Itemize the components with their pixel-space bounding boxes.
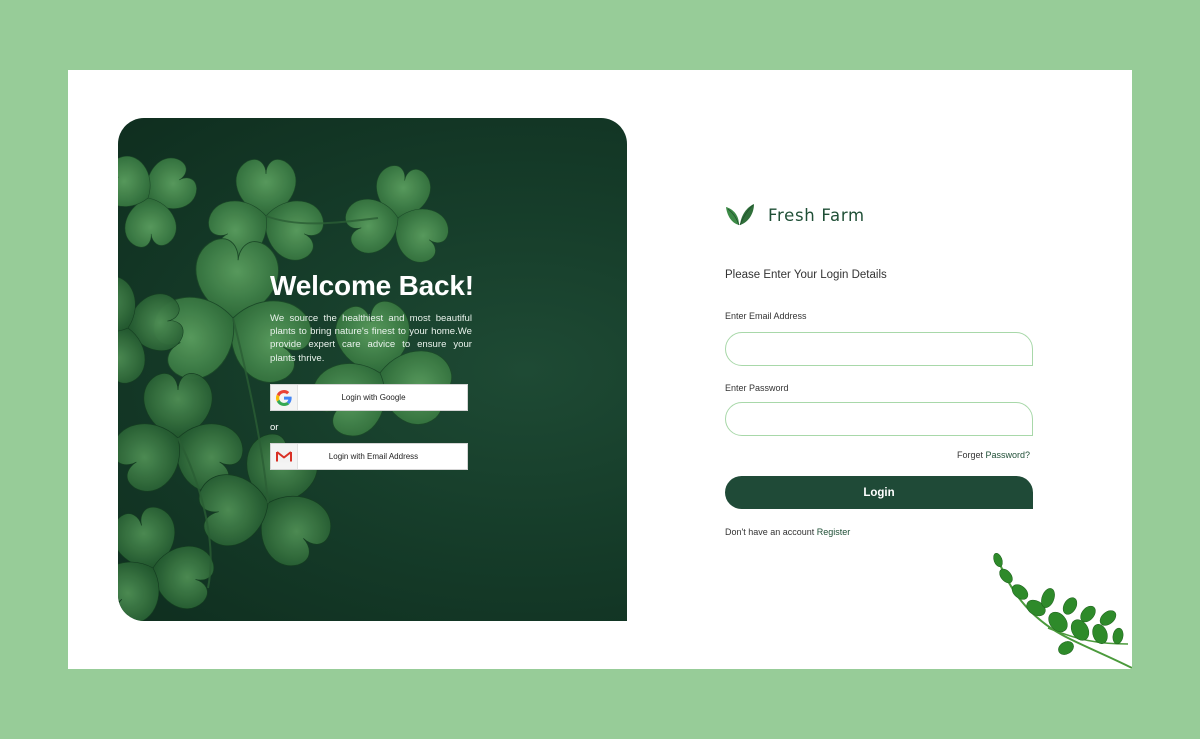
register-prefix: Don't have an account bbox=[725, 527, 817, 537]
register-line: Don't have an account Register bbox=[725, 527, 850, 537]
login-prompt: Please Enter Your Login Details bbox=[725, 269, 887, 281]
google-button-label: Login with Google bbox=[341, 393, 406, 402]
login-button[interactable]: Login bbox=[725, 476, 1033, 509]
google-icon bbox=[271, 385, 298, 410]
password-label: Enter Password bbox=[725, 383, 789, 393]
hero-panel: Welcome Back! We source the healthiest a… bbox=[118, 118, 627, 621]
hero-description: We source the healthiest and most beauti… bbox=[270, 313, 472, 364]
brand-logo: Fresh Farm bbox=[725, 203, 865, 227]
forgot-password-line: Forget Password? bbox=[957, 450, 1030, 460]
gmail-icon bbox=[271, 444, 298, 469]
login-with-google-button[interactable]: Login with Google bbox=[270, 384, 468, 411]
email-button-label: Login with Email Address bbox=[328, 452, 419, 461]
forgot-password-link[interactable]: Password? bbox=[986, 450, 1031, 460]
vine-decoration bbox=[993, 553, 1132, 669]
brand-name: Fresh Farm bbox=[768, 205, 865, 225]
leaf-logo-icon bbox=[726, 204, 754, 226]
login-with-email-button[interactable]: Login with Email Address bbox=[270, 443, 468, 470]
password-field[interactable] bbox=[725, 402, 1033, 436]
hero-text-block: Welcome Back! We source the healthiest a… bbox=[270, 270, 474, 365]
forgot-prefix: Forget bbox=[957, 450, 986, 460]
or-divider-text: or bbox=[270, 422, 279, 433]
register-link[interactable]: Register bbox=[817, 527, 851, 537]
clover-background-image bbox=[118, 148, 460, 621]
email-field[interactable] bbox=[725, 332, 1033, 366]
email-label: Enter Email Address bbox=[725, 311, 807, 321]
login-card: Welcome Back! We source the healthiest a… bbox=[68, 70, 1132, 669]
hero-title: Welcome Back! bbox=[270, 270, 474, 301]
